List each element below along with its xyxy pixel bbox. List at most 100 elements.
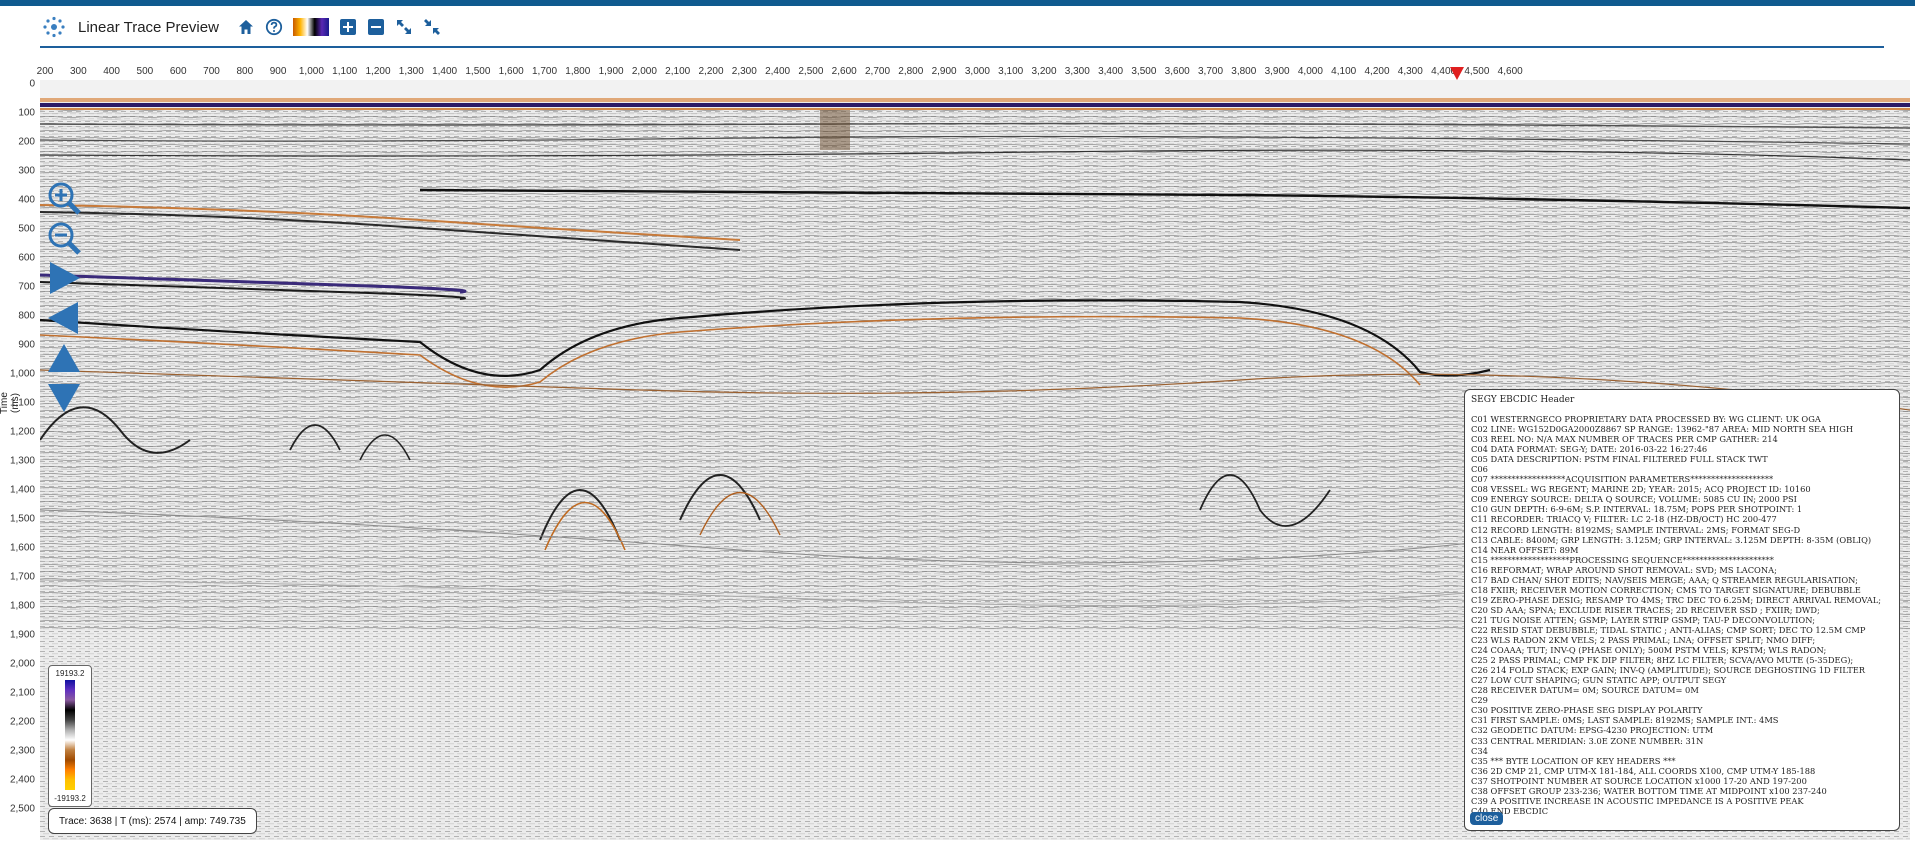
trace-tick-label: 2,200 bbox=[698, 66, 724, 77]
trace-tick-label: 2,400 bbox=[765, 66, 791, 77]
time-tick-label: 1,900 bbox=[9, 629, 35, 641]
ebcdic-line: C07 ******************ACQUISITION PARAME… bbox=[1471, 474, 1774, 485]
ebcdic-line: C39 A POSITIVE INCREASE IN ACOUSTIC IMPE… bbox=[1471, 795, 1804, 806]
time-tick-label: 1,400 bbox=[9, 484, 35, 496]
trace-tick-label: 200 bbox=[36, 66, 54, 77]
trace-tick-label: 2,100 bbox=[665, 66, 691, 77]
ebcdic-line: C36 2D CMP 21, CMP UTM-X 181-184, ALL CO… bbox=[1471, 765, 1816, 776]
time-tick-label: 500 bbox=[18, 223, 35, 235]
trace-tick-label: 1,600 bbox=[498, 66, 524, 77]
trace-tick-label: 3,900 bbox=[1264, 66, 1290, 77]
ebcdic-line: C29 bbox=[1471, 695, 1488, 706]
ebcdic-line: C14 NEAR OFFSET: 89M bbox=[1471, 544, 1579, 555]
time-axis: Time (ms) 0 100 200 300 400 500 600 700 800 900 1,… bbox=[0, 78, 40, 840]
ebcdic-line: C27 LOW CUT SHAPING; GUN STATIC APP; OUT… bbox=[1471, 675, 1727, 686]
time-tick-label: 2,100 bbox=[9, 687, 35, 699]
trace-tick-label: 4,300 bbox=[1397, 66, 1423, 77]
ebcdic-line: C13 CABLE: 8400M; GRP LENGTH: 3.125M; GR… bbox=[1471, 534, 1872, 545]
ebcdic-line: C18 FXIIR; RECEIVER MOTION CORRECTION; C… bbox=[1471, 584, 1861, 595]
ebcdic-line: C08 VESSEL: WG REGENT; MARINE 2D; YEAR: … bbox=[1471, 484, 1811, 495]
time-tick-label: 2,000 bbox=[9, 658, 35, 670]
trace-tick-label: 4,200 bbox=[1364, 66, 1390, 77]
pan-left-button[interactable] bbox=[44, 300, 84, 336]
navigation-controls bbox=[44, 180, 88, 420]
trace-tick-label: 300 bbox=[69, 66, 87, 77]
ebcdic-line: C34 bbox=[1471, 745, 1488, 756]
colorbar-max-label: 19193.2 bbox=[55, 669, 85, 678]
trace-tick-label: 1,700 bbox=[531, 66, 558, 77]
trace-tick-label: 2,000 bbox=[631, 66, 657, 77]
ebcdic-line: C30 POSITIVE ZERO-PHASE SEG DISPLAY POLA… bbox=[1471, 705, 1703, 716]
ebcdic-line: C06 bbox=[1471, 464, 1488, 475]
time-tick-label: 2,400 bbox=[9, 774, 35, 786]
time-tick-label: 1,300 bbox=[9, 455, 35, 467]
ebcdic-line: C31 FIRST SAMPLE: 0MS; LAST SAMPLE: 8192… bbox=[1471, 715, 1779, 726]
current-trace-marker[interactable] bbox=[1450, 67, 1464, 80]
trace-tick-label: 2,800 bbox=[898, 66, 924, 77]
time-tick-label: 2,500 bbox=[9, 803, 35, 815]
trace-tick-label: 2,500 bbox=[798, 66, 824, 77]
ebcdic-line: C23 WLS RADON 2KM VELS; 2 PASS PRIMAL; L… bbox=[1471, 635, 1816, 646]
ebcdic-line: C40 END EBCDIC bbox=[1471, 805, 1549, 816]
ebcdic-line: C22 RESID STAT DEBUBBLE; TIDAL STATIC ; … bbox=[1471, 624, 1866, 635]
zoom-in-button[interactable] bbox=[44, 180, 84, 216]
trace-tick-label: 4,000 bbox=[1297, 66, 1323, 77]
trace-tick-label: 3,800 bbox=[1231, 66, 1257, 77]
ebcdic-line: C37 SHOTPOINT NUMBER AT SOURCE LOCATION … bbox=[1471, 775, 1807, 786]
ebcdic-line: C01 WESTERNGECO PROPRIETARY DATA PROCESS… bbox=[1471, 414, 1821, 424]
ebcdic-line: C11 RECORDER: TRIACQ V; FILTER: LC 2-18 … bbox=[1471, 514, 1777, 525]
close-button[interactable]: close bbox=[1470, 812, 1504, 825]
ebcdic-line: C15 *******************PROCESSING SEQUEN… bbox=[1471, 554, 1774, 565]
collapse-icon[interactable] bbox=[421, 16, 443, 38]
expand-icon[interactable] bbox=[393, 16, 415, 38]
trace-tick-label: 600 bbox=[169, 66, 187, 77]
trace-tick-label: 2,300 bbox=[731, 66, 757, 77]
trace-tick-label: 3,600 bbox=[1164, 66, 1190, 77]
time-tick-label: 300 bbox=[18, 165, 35, 177]
help-icon[interactable] bbox=[263, 16, 285, 38]
cursor-readout-text: Trace: 3638 | T (ms): 2574 | amp: 749.73… bbox=[59, 815, 246, 827]
trace-tick-label: 3,500 bbox=[1131, 66, 1157, 77]
trace-tick-label: 1,500 bbox=[465, 66, 491, 77]
zoom-out-icon[interactable] bbox=[365, 16, 387, 38]
top-accent-bar bbox=[0, 0, 1915, 6]
zoom-in-icon[interactable] bbox=[337, 16, 359, 38]
trace-axis: 200 300 400 500 600 700 800 900 1,000 1,100 1,200 1… bbox=[36, 66, 1910, 80]
trace-tick-label: 1,300 bbox=[398, 66, 424, 77]
trace-tick-label: 1,400 bbox=[432, 66, 458, 77]
trace-tick-label: 400 bbox=[103, 66, 120, 77]
amplitude-colorbar: 19193.2 -19193.2 bbox=[48, 665, 92, 807]
colorbar-min-label: -19193.2 bbox=[54, 794, 86, 803]
pan-down-button[interactable] bbox=[44, 380, 84, 416]
app-header: Linear Trace Preview bbox=[40, 13, 449, 41]
trace-tick-label: 4,100 bbox=[1331, 66, 1357, 77]
ebcdic-line: C03 REEL NO: N/A MAX NUMBER OF TRACES PE… bbox=[1471, 434, 1778, 445]
time-tick-label: 100 bbox=[18, 107, 35, 119]
trace-tick-label: 3,200 bbox=[1031, 66, 1057, 77]
trace-tick-label: 2,900 bbox=[931, 66, 957, 77]
time-tick-label: 700 bbox=[18, 281, 35, 293]
trace-tick-label: 2,700 bbox=[864, 66, 891, 77]
ebcdic-line: C28 RECEIVER DATUM= 0M; SOURCE DATUM= 0M bbox=[1471, 685, 1699, 696]
home-icon[interactable] bbox=[235, 16, 257, 38]
pan-right-button[interactable] bbox=[44, 260, 84, 296]
ebcdic-line: C20 SD AAA; SPNA; EXCLUDE RISER TRACES; … bbox=[1471, 604, 1820, 615]
colorbar-gradient bbox=[65, 680, 75, 790]
zoom-out-button[interactable] bbox=[44, 220, 84, 256]
time-tick-label: 0 bbox=[29, 78, 35, 90]
ebcdic-line: C32 GEODETIC DATUM: EPSG-4230 PROJECTION… bbox=[1471, 725, 1714, 736]
trace-tick-label: 1,100 bbox=[332, 66, 358, 77]
time-tick-label: 1,800 bbox=[9, 600, 35, 612]
time-tick-label: 800 bbox=[18, 310, 35, 322]
pan-up-button[interactable] bbox=[44, 340, 84, 376]
ebcdic-line: C10 GUN DEPTH: 6-9-6M; S.P. INTERVAL: 18… bbox=[1471, 504, 1803, 515]
header-divider bbox=[40, 46, 1884, 48]
ebcdic-line: C33 CENTRAL MERIDIAN: 3.0E ZONE NUMBER: … bbox=[1471, 735, 1704, 746]
ebcdic-line: C24 COAAA; TUT; INV-Q (PHASE ONLY); 500M… bbox=[1471, 645, 1827, 656]
colorbar-thumbnail-icon[interactable] bbox=[292, 18, 329, 36]
ebcdic-line: C09 ENERGY SOURCE: DELTA Q SOURCE; VOLUM… bbox=[1471, 494, 1797, 505]
ebcdic-line: C16 REFORMAT; WRAP AROUND SHOT REMOVAL: … bbox=[1471, 564, 1777, 575]
time-tick-label: 600 bbox=[18, 252, 35, 264]
ebcdic-title: SEGY EBCDIC Header bbox=[1471, 395, 1575, 405]
trace-tick-label: 1,000 bbox=[298, 66, 324, 77]
